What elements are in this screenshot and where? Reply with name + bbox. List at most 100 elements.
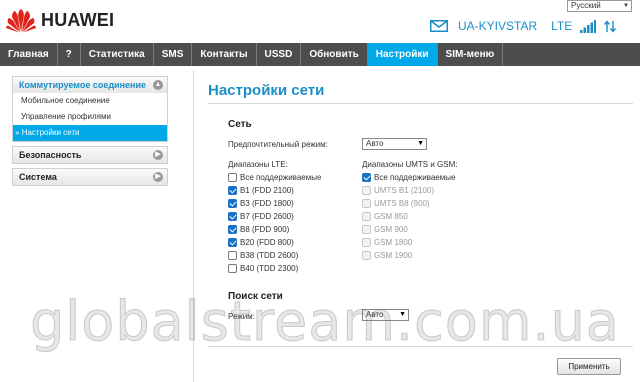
preferred-mode-label: Предпочтительный режим: (228, 140, 328, 149)
sidebar-group-header-security[interactable]: Безопасность ▶ (13, 147, 167, 163)
nav-item-statistics[interactable]: Статистика (81, 43, 154, 66)
checkbox[interactable] (362, 251, 371, 260)
language-value: Русский (571, 1, 601, 10)
chevron-down-icon: ▼ (623, 3, 629, 9)
checkbox[interactable] (228, 225, 237, 234)
checkbox[interactable] (228, 251, 237, 260)
checkbox-label: B7 (FDD 2600) (240, 212, 294, 221)
network-section-title: Сеть (228, 119, 252, 130)
sidebar-item-mobile-connection[interactable]: Мобильное соединение (13, 93, 167, 109)
lte-band-b3[interactable]: B3 (FDD 1800) (228, 199, 294, 208)
checkbox[interactable] (228, 238, 237, 247)
gsm-band-1900[interactable]: GSM 1900 (362, 251, 412, 260)
checkbox-label: B38 (TDD 2600) (240, 251, 299, 260)
search-mode-select[interactable]: Авто ▼ (362, 309, 409, 321)
nav-item-update[interactable]: Обновить (301, 43, 368, 66)
data-transfer-icon (604, 19, 617, 33)
nav-item-ussd[interactable]: USSD (257, 43, 302, 66)
sidebar-item-network-settings[interactable]: » Настройки сети (13, 125, 167, 141)
title-divider (208, 103, 633, 104)
lte-band-b38[interactable]: B38 (TDD 2600) (228, 251, 298, 260)
checkbox[interactable] (362, 199, 371, 208)
checkbox[interactable] (228, 212, 237, 221)
checkbox[interactable] (228, 199, 237, 208)
nav-item-help[interactable]: ? (58, 43, 81, 66)
gsm-band-1800[interactable]: GSM 1800 (362, 238, 412, 247)
sidebar-group-header-system[interactable]: Система ▶ (13, 169, 167, 185)
mail-icon[interactable] (430, 20, 448, 32)
signal-icon (580, 19, 597, 33)
checkbox-label: Все поддерживаемые (374, 173, 456, 182)
network-type: LTE (551, 19, 573, 33)
gsm-band-850[interactable]: GSM 850 (362, 212, 408, 221)
bottom-divider (208, 346, 633, 347)
apply-button[interactable]: Применить (557, 358, 621, 375)
network-search-title: Поиск сети (228, 291, 283, 302)
checkbox[interactable] (228, 173, 237, 182)
checkbox[interactable] (362, 225, 371, 234)
watermark: globalstream.com.ua (30, 290, 620, 354)
checkbox-label: GSM 1900 (374, 251, 413, 260)
lte-bands-label: Диапазоны LTE: (228, 160, 288, 169)
checkbox[interactable] (362, 186, 371, 195)
nav-item-sms[interactable]: SMS (154, 43, 193, 66)
sidebar-group-label: Безопасность (19, 150, 82, 160)
lte-band-b40[interactable]: B40 (TDD 2300) (228, 264, 298, 273)
nav-item-settings[interactable]: Настройки (367, 43, 438, 66)
lte-band-all[interactable]: Все поддерживаемые (228, 173, 321, 182)
checkbox-label: B1 (FDD 2100) (240, 186, 294, 195)
search-mode-value: Авто (366, 310, 384, 319)
preferred-mode-select[interactable]: Авто ▼ (362, 138, 427, 150)
umts-band-b1[interactable]: UMTS B1 (2100) (362, 186, 434, 195)
sidebar-group-label: Система (19, 172, 57, 182)
lte-band-b8[interactable]: B8 (FDD 900) (228, 225, 289, 234)
nav-item-home[interactable]: Главная (0, 43, 58, 66)
sidebar-group-header-dialup[interactable]: Коммутируемое соединение ▲ (13, 77, 167, 93)
checkbox-label: B20 (FDD 800) (240, 238, 294, 247)
checkbox[interactable] (228, 264, 237, 273)
content-divider (193, 70, 194, 382)
chevron-right-icon[interactable]: ▶ (153, 150, 163, 160)
lte-band-b20[interactable]: B20 (FDD 800) (228, 238, 294, 247)
header: HUAWEI Русский ▼ UA-KYIVSTAR LTE (0, 0, 640, 42)
active-marker-icon: » (15, 128, 20, 137)
checkbox-label: GSM 900 (374, 225, 408, 234)
lte-band-b1[interactable]: B1 (FDD 2100) (228, 186, 294, 195)
chevron-down-icon: ▼ (399, 311, 406, 318)
sidebar-group-dialup: Коммутируемое соединение ▲ Мобильное сое… (12, 76, 168, 142)
huawei-flower-icon (6, 9, 36, 33)
sidebar: Коммутируемое соединение ▲ Мобильное сое… (12, 76, 168, 190)
lte-band-b7[interactable]: B7 (FDD 2600) (228, 212, 294, 221)
sidebar-item-label: Настройки сети (21, 128, 80, 137)
umts-band-all[interactable]: Все поддерживаемые (362, 173, 455, 182)
checkbox-label: B40 (TDD 2300) (240, 264, 299, 273)
chevron-up-icon[interactable]: ▲ (153, 80, 163, 90)
checkbox-label: UMTS B8 (900) (374, 199, 430, 208)
page-title: Настройки сети (208, 82, 325, 99)
chevron-right-icon[interactable]: ▶ (153, 172, 163, 182)
sidebar-group-system: Система ▶ (12, 168, 168, 186)
sidebar-group-security: Безопасность ▶ (12, 146, 168, 164)
checkbox-label: GSM 1800 (374, 238, 413, 247)
nav-item-sim-menu[interactable]: SIM-меню (438, 43, 504, 66)
checkbox[interactable] (362, 238, 371, 247)
preferred-mode-value: Авто (366, 139, 384, 148)
gsm-band-900[interactable]: GSM 900 (362, 225, 408, 234)
umts-band-b8[interactable]: UMTS B8 (900) (362, 199, 430, 208)
sidebar-item-profile-management[interactable]: Управление профилями (13, 109, 167, 125)
checkbox[interactable] (362, 173, 371, 182)
checkbox[interactable] (228, 186, 237, 195)
search-mode-label: Режим: (228, 312, 255, 321)
brand-name: HUAWEI (41, 9, 115, 30)
checkbox-label: Все поддерживаемые (240, 173, 322, 182)
checkbox-label: B3 (FDD 1800) (240, 199, 294, 208)
language-select[interactable]: Русский ▼ (567, 0, 632, 12)
umts-gsm-bands-label: Диапазоны UMTS и GSM: (362, 160, 458, 169)
main-nav: Главная ? Статистика SMS Контакты USSD О… (0, 43, 640, 66)
status-bar: UA-KYIVSTAR LTE (430, 18, 617, 34)
checkbox-label: UMTS B1 (2100) (374, 186, 435, 195)
operator-name: UA-KYIVSTAR (458, 19, 538, 33)
nav-item-contacts[interactable]: Контакты (192, 43, 257, 66)
checkbox-label: B8 (FDD 900) (240, 225, 290, 234)
checkbox[interactable] (362, 212, 371, 221)
